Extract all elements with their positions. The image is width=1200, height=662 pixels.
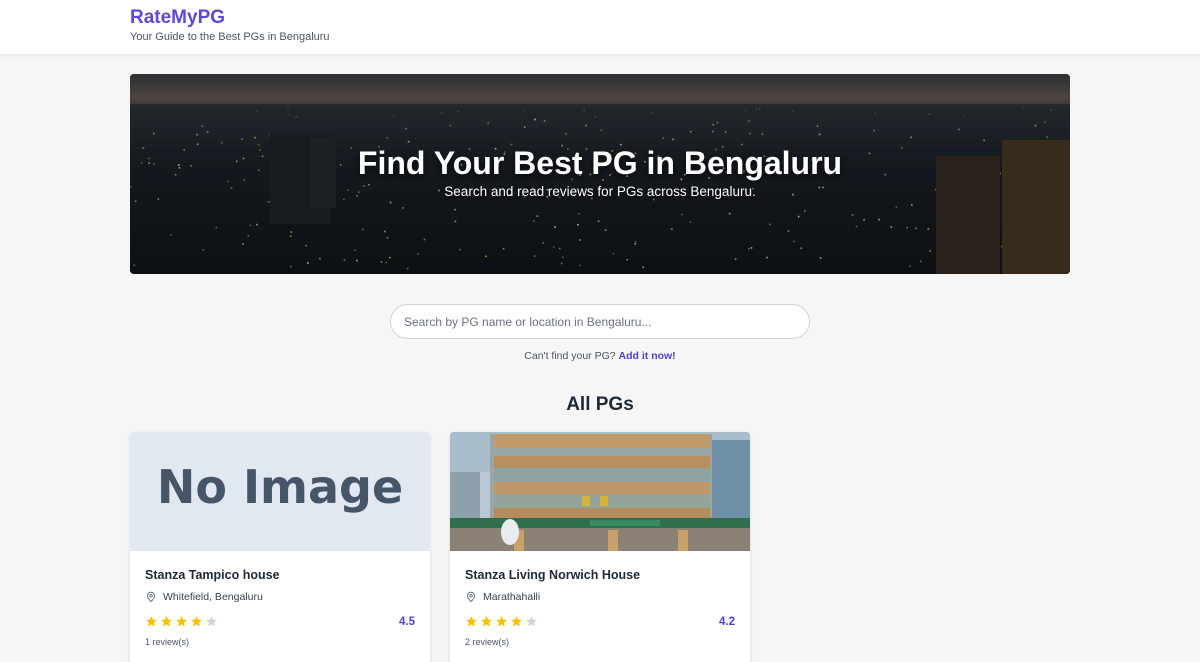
- pg-card-name[interactable]: Stanza Living Norwich House: [465, 568, 640, 582]
- map-pin-icon: [146, 591, 156, 603]
- pg-card[interactable]: Stanza Living Norwich House Marathahalli…: [450, 432, 750, 662]
- site-tagline: Your Guide to the Best PGs in Bengaluru: [130, 31, 330, 43]
- star-rating: [145, 615, 218, 628]
- brand-logo-link[interactable]: RateMyPG: [130, 7, 225, 29]
- star-icon: [176, 616, 187, 627]
- hero-subtitle: Search and read reviews for PGs across B…: [444, 184, 756, 199]
- no-image-text: No Image: [156, 460, 404, 514]
- pg-card-review-count: 2 review(s): [465, 637, 510, 647]
- pg-card-name[interactable]: Stanza Tampico house: [145, 568, 280, 582]
- section-title: All PGs: [566, 394, 634, 415]
- pg-card-rating-value: 4.2: [719, 616, 735, 628]
- pg-card-rating-value: 4.5: [399, 616, 415, 628]
- star-icon: [481, 616, 492, 627]
- pg-card-location-text: Marathahalli: [483, 591, 541, 603]
- add-pg-prompt: Can't find your PG? Add it now!: [0, 350, 1200, 362]
- add-pg-link[interactable]: Add it now!: [619, 350, 676, 362]
- pg-card-placeholder-image: No Image: [130, 432, 430, 551]
- add-pg-prompt-text: Can't find your PG?: [524, 350, 616, 362]
- site-header: RateMyPG Your Guide to the Best PGs in B…: [0, 0, 1200, 54]
- hero-banner: Find Your Best PG in Bengaluru Search an…: [130, 74, 1070, 274]
- star-icon: [466, 616, 477, 627]
- map-pin-icon: [466, 591, 476, 603]
- star-icon: [496, 616, 507, 627]
- star-icon: [191, 616, 202, 627]
- hero-title: Find Your Best PG in Bengaluru: [357, 145, 843, 181]
- star-rating: [465, 615, 538, 628]
- pg-search-input[interactable]: [390, 304, 810, 339]
- pg-card-location: Whitefield, Bengaluru: [145, 590, 263, 604]
- star-icon: [206, 616, 217, 627]
- pg-card-review-count: 1 review(s): [145, 637, 190, 647]
- building-photo: [450, 432, 750, 551]
- star-icon: [511, 616, 522, 627]
- pg-card-location: Marathahalli: [465, 590, 540, 604]
- star-icon: [526, 616, 537, 627]
- pg-card-building-image: [450, 432, 750, 551]
- star-icon: [146, 616, 157, 627]
- star-icon: [161, 616, 172, 627]
- pg-card[interactable]: No Image Stanza Tampico house Whitefield…: [130, 432, 430, 662]
- pg-card-location-text: Whitefield, Bengaluru: [163, 591, 263, 603]
